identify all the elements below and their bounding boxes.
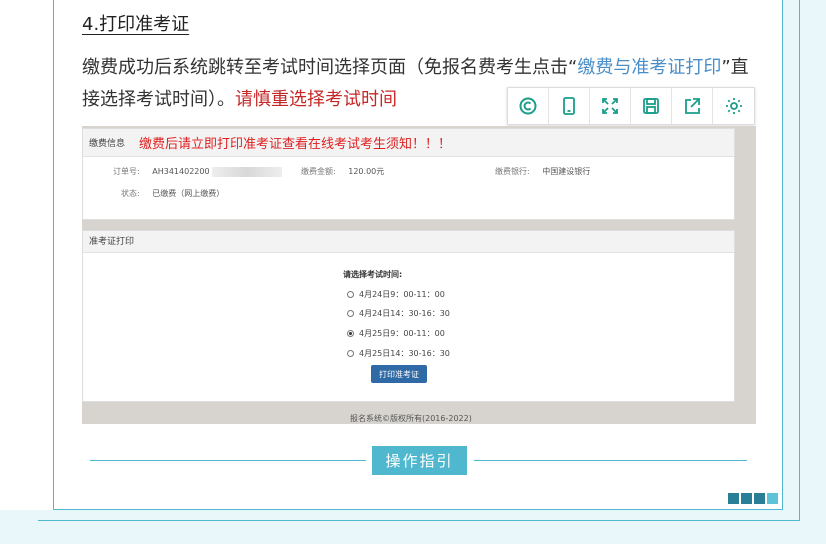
radio-button[interactable]	[347, 350, 354, 357]
order-label: 订单号:	[113, 167, 140, 176]
para-text-1: 缴费成功后系统跳转至考试时间选择页面（免报名费考生点击“	[82, 57, 578, 78]
payment-info-panel: 缴费信息 缴费后请立即打印准考证查看在线考试考生须知！！！ 订单号: AH341…	[82, 128, 735, 220]
status-label: 状态:	[121, 189, 140, 198]
bank-label: 缴费银行:	[495, 167, 530, 176]
exam-time-option[interactable]: 4月25日9：00-11：00	[347, 328, 445, 339]
payment-warning: 缴费后请立即打印准考证查看在线考试考生须知！！！	[139, 137, 452, 152]
embedded-screenshot: 缴费信息 缴费后请立即打印准考证查看在线考试考生须知！！！ 订单号: AH341…	[82, 126, 756, 424]
search-circle-icon[interactable]	[508, 88, 549, 124]
exam-time-option[interactable]: 4月25日14：30-16：30	[347, 348, 450, 359]
bank-row: 缴费银行: 中国建设银行	[495, 166, 590, 177]
operation-guide-button[interactable]: 操作指引	[372, 446, 467, 475]
radio-button[interactable]	[347, 291, 354, 298]
save-icon[interactable]	[631, 88, 672, 124]
expand-icon[interactable]	[590, 88, 631, 124]
section-heading: 4.打印准考证	[82, 14, 190, 35]
outer-right-border	[799, 0, 800, 521]
phone-icon[interactable]	[549, 88, 590, 124]
status-row: 状态: 已缴费（网上缴费）	[121, 188, 224, 199]
outer-bottom-border	[38, 520, 800, 521]
exam-time-option[interactable]: 4月24日14：30-16：30	[347, 308, 450, 319]
decor-square	[754, 493, 765, 504]
bottom-margin-bg	[0, 510, 826, 544]
order-row: 订单号: AH341402200	[113, 166, 283, 177]
frame-left-border	[53, 0, 54, 510]
admit-card-title: 准考证打印	[83, 231, 734, 253]
guide-divider-right	[474, 460, 747, 461]
radio-button[interactable]	[347, 310, 354, 317]
exam-time-option[interactable]: 4月24日9：00-11：00	[347, 289, 445, 300]
decorative-squares	[728, 493, 778, 504]
redacted-block	[212, 166, 283, 177]
print-admit-card-button[interactable]: 打印准考证	[371, 365, 427, 383]
decor-square	[741, 493, 752, 504]
exam-time-prompt: 请选择考试时间:	[343, 270, 403, 279]
option-label: 4月25日9：00-11：00	[359, 329, 445, 338]
decor-square	[767, 493, 778, 504]
option-label: 4月24日14：30-16：30	[359, 309, 450, 318]
warning-text: 请慎重选择考试时间	[235, 89, 397, 110]
option-label: 4月25日14：30-16：30	[359, 349, 450, 358]
admit-card-panel: 准考证打印 请选择考试时间: 4月24日9：00-11：00 4月24日14：3…	[82, 230, 735, 402]
amount-row: 缴费金额: 120.00元	[301, 166, 384, 177]
right-margin-bg	[783, 0, 826, 520]
frame-bottom-border	[53, 509, 783, 510]
settings-gear-icon[interactable]	[713, 88, 754, 124]
payment-info-title: 缴费信息	[89, 139, 126, 149]
payment-info-header: 缴费信息 缴费后请立即打印准考证查看在线考试考生须知！！！	[83, 129, 734, 157]
radio-button-selected[interactable]	[347, 330, 354, 337]
floating-toolbar	[507, 87, 755, 125]
option-label: 4月24日9：00-11：00	[359, 290, 445, 299]
amount-value: 120.00元	[348, 167, 385, 176]
copyright-text: 报名系统©版权所有(2016-2022)	[350, 414, 472, 423]
guide-divider-left	[90, 460, 366, 461]
decor-square	[728, 493, 739, 504]
share-icon[interactable]	[672, 88, 713, 124]
amount-label: 缴费金额:	[301, 167, 336, 176]
status-value: 已缴费（网上缴费）	[152, 189, 225, 198]
payment-print-link[interactable]: 缴费与准考证打印	[577, 57, 721, 78]
bank-value: 中国建设银行	[542, 167, 591, 176]
order-value: AH341402200	[152, 167, 210, 176]
frame-right-border	[782, 0, 783, 510]
